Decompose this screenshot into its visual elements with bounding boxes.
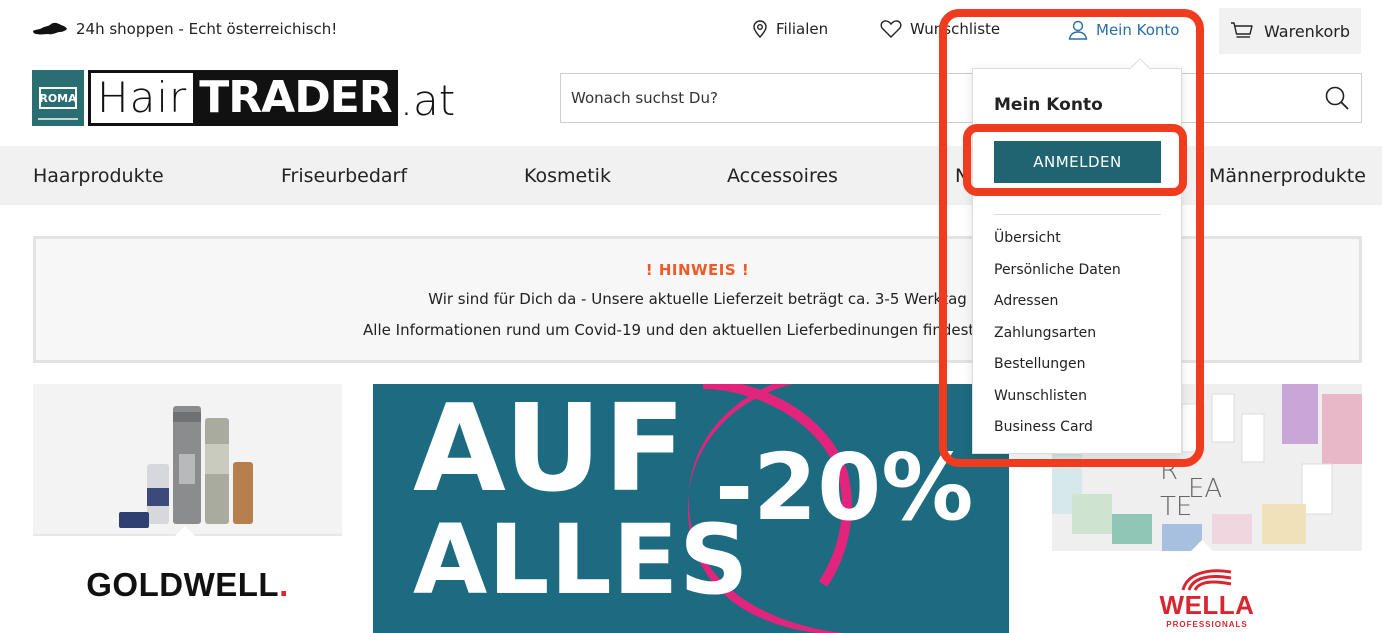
search-bar (560, 73, 1362, 123)
nav-item-maennerprodukte[interactable]: Männerprodukte (1209, 165, 1366, 187)
card-notch-icon (1190, 540, 1214, 552)
dropdown-title: Mein Konto (994, 95, 1103, 115)
search-icon (1325, 86, 1349, 110)
top-bar: 24h shoppen - Echt österreichisch! Filia… (0, 0, 1382, 64)
heart-icon (880, 20, 902, 38)
sale-banner[interactable]: AUF ALLES -20% (373, 384, 1009, 633)
cart-icon (1230, 22, 1253, 38)
dropdown-divider (994, 214, 1161, 215)
tagline: 24h shoppen - Echt österreichisch! (32, 20, 337, 38)
nav-item-kosmetik[interactable]: Kosmetik (524, 165, 611, 187)
logo-badge-line (38, 118, 78, 120)
wishlist-label: Wunschliste (910, 20, 1001, 38)
wishlist-link[interactable]: Wunschliste (880, 20, 1000, 38)
logo-at: .at (399, 76, 456, 125)
wella-logo: WELLA (1159, 590, 1255, 620)
goldwell-logo-dot: . (279, 565, 289, 603)
logo-trader: TRADER (193, 70, 398, 126)
logo-badge-text: ROMA (39, 87, 77, 109)
goldwell-products-image (33, 384, 342, 536)
nav-item-accessoires[interactable]: Accessoires (727, 165, 838, 187)
banner-discount: -20% (715, 434, 974, 541)
nav-item-partial[interactable]: N (955, 165, 969, 187)
card-notch-icon (173, 526, 197, 538)
account-link[interactable]: Mein Konto (1068, 20, 1179, 40)
dropdown-item-adressen[interactable]: Adressen (994, 293, 1058, 309)
dropdown-item-wunschlisten[interactable]: Wunschlisten (994, 388, 1087, 404)
dropdown-item-business-card[interactable]: Business Card (994, 419, 1093, 435)
wella-bg-text-1: R (1160, 456, 1179, 486)
goldwell-card[interactable]: GOLDWELL. (33, 384, 342, 633)
goldwell-logo: GOLDWELL. (86, 566, 288, 604)
nav-item-friseurbedarf[interactable]: Friseurbedarf (281, 165, 407, 187)
dropdown-item-zahlungsarten[interactable]: Zahlungsarten (994, 325, 1096, 341)
user-icon (1068, 20, 1088, 40)
logo-badge: ROMA (32, 70, 84, 126)
logo-hair: Hair (88, 70, 194, 126)
austria-map-icon (33, 22, 67, 35)
search-input[interactable] (561, 74, 1313, 122)
banner-line-2: ALLES (413, 504, 750, 616)
wella-logo-sub: PROFESSIONALS (1166, 620, 1248, 629)
site-logo[interactable]: ROMA Hair TRADER .at (32, 70, 455, 126)
cart-label: Warenkorb (1263, 21, 1351, 41)
search-button[interactable] (1313, 74, 1361, 122)
tagline-text: 24h shoppen - Echt österreichisch! (76, 20, 338, 38)
goldwell-logo-area: GOLDWELL. (33, 536, 342, 633)
location-pin-icon (753, 20, 767, 38)
filialen-label: Filialen (776, 20, 829, 38)
filialen-link[interactable]: Filialen (752, 20, 828, 38)
account-dropdown: Mein Konto ANMELDEN Übersicht Persönlich… (972, 58, 1182, 454)
banner-line-1: AUF (413, 384, 688, 519)
wella-bg-text-2: EA (1188, 474, 1223, 504)
goldwell-logo-text: GOLDWELL (86, 565, 280, 603)
dropdown-item-persoenliche-daten[interactable]: Persönliche Daten (994, 262, 1121, 278)
dropdown-item-uebersicht[interactable]: Übersicht (994, 230, 1061, 246)
dropdown-item-bestellungen[interactable]: Bestellungen (994, 356, 1086, 372)
wella-logo-area: WELLA PROFESSIONALS (1052, 551, 1362, 633)
account-label: Mein Konto (1096, 21, 1180, 39)
wella-bg-text-3: TE (1160, 492, 1193, 522)
cart-button[interactable]: Warenkorb (1219, 8, 1361, 54)
nav-item-haarprodukte[interactable]: Haarprodukte (33, 165, 164, 187)
wella-hair-icon (1181, 569, 1232, 591)
login-button[interactable]: ANMELDEN (994, 141, 1161, 183)
